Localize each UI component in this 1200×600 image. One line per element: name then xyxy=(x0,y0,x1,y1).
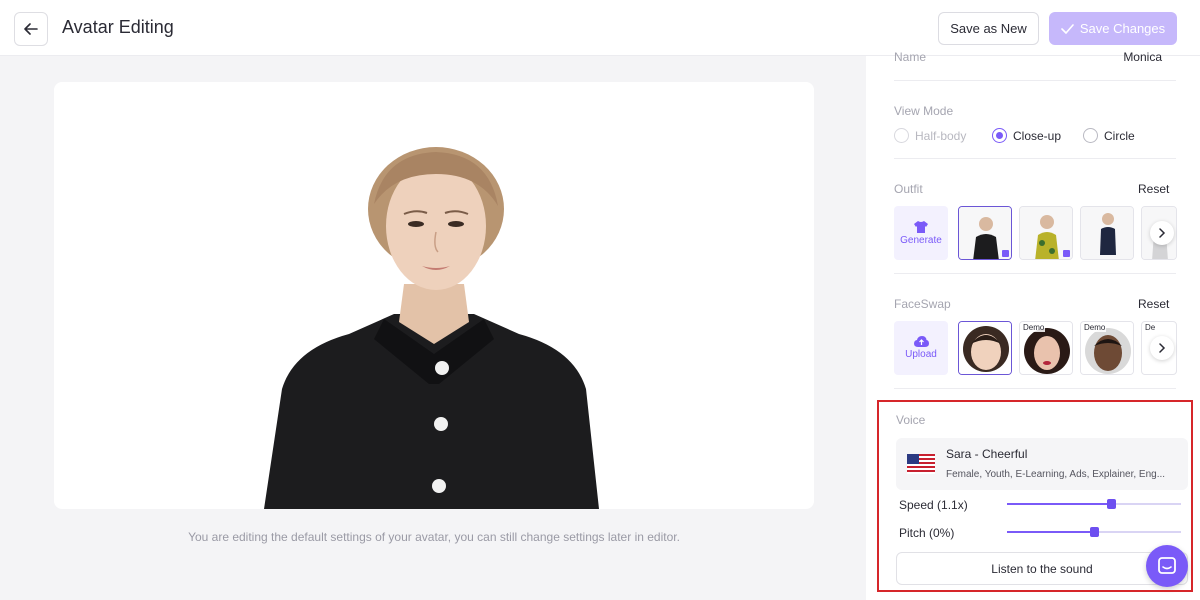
face-thumb-current[interactable] xyxy=(958,321,1012,375)
outfit-badge-icon xyxy=(1002,250,1009,257)
avatar-canvas xyxy=(54,82,814,509)
chevron-right-icon xyxy=(1158,228,1165,238)
upload-label: Upload xyxy=(905,349,937,360)
speed-slider-fill xyxy=(1007,503,1112,505)
face-thumbnail-image xyxy=(959,322,1011,374)
outfit-thumb-navy[interactable] xyxy=(1080,206,1134,260)
chevron-right-icon xyxy=(1158,343,1165,353)
speed-label: Speed (1.1x) xyxy=(899,498,968,512)
listen-to-sound-button[interactable]: Listen to the sound xyxy=(896,552,1188,585)
chat-support-button[interactable] xyxy=(1146,545,1188,587)
divider xyxy=(894,80,1176,81)
pitch-slider-fill xyxy=(1007,531,1094,533)
outfit-scroll-right-button[interactable] xyxy=(1150,221,1174,245)
outfit-thumb-black-suit[interactable] xyxy=(958,206,1012,260)
view-mode-option-label: Close-up xyxy=(1013,128,1062,143)
shirt-icon xyxy=(914,220,928,233)
generate-label: Generate xyxy=(900,234,942,246)
check-icon xyxy=(1061,23,1074,34)
radio-icon xyxy=(1083,128,1098,143)
radio-checked-icon xyxy=(992,128,1007,143)
arrow-left-icon xyxy=(24,23,38,35)
outfit-label: Outfit xyxy=(894,182,923,196)
avatar-preview-image xyxy=(264,147,599,509)
settings-panel: Name Monica View Mode Half-body Close-up… xyxy=(866,50,1200,600)
generate-outfit-button[interactable]: Generate xyxy=(894,206,948,260)
face-thumb-demo-1[interactable]: Demo xyxy=(1019,321,1073,375)
view-mode-half-body[interactable]: Half-body xyxy=(894,128,966,143)
divider xyxy=(894,158,1176,159)
divider xyxy=(894,273,1176,274)
pitch-label: Pitch (0%) xyxy=(899,526,955,540)
back-button[interactable] xyxy=(14,12,48,46)
pitch-slider[interactable] xyxy=(1007,527,1181,537)
view-mode-option-label: Half-body xyxy=(915,128,967,143)
view-mode-label: View Mode xyxy=(894,104,954,118)
view-mode-circle[interactable]: Circle xyxy=(1083,128,1135,143)
outfit-thumb-floral[interactable] xyxy=(1019,206,1073,260)
page-title: Avatar Editing xyxy=(62,17,174,37)
us-flag-icon xyxy=(907,454,935,474)
pitch-slider-handle[interactable] xyxy=(1089,527,1099,537)
outfit-reset-link[interactable]: Reset xyxy=(1138,182,1169,196)
save-changes-label: Save Changes xyxy=(1079,21,1166,36)
voice-description: Female, Youth, E-Learning, Ads, Explaine… xyxy=(946,469,1166,480)
faceswap-reset-link[interactable]: Reset xyxy=(1138,297,1169,311)
face-thumb-demo-2[interactable]: Demo xyxy=(1080,321,1134,375)
top-bar: Avatar Editing Save as New Save Changes xyxy=(0,0,1200,56)
faceswap-label: FaceSwap xyxy=(894,297,951,311)
voice-name: Sara - Cheerful xyxy=(946,447,1028,461)
divider xyxy=(894,388,1176,389)
demo-tag: Demo xyxy=(1083,323,1107,332)
chat-icon xyxy=(1158,557,1176,574)
name-label: Name xyxy=(894,50,927,64)
demo-tag: De xyxy=(1144,323,1157,332)
name-value: Monica xyxy=(1123,50,1162,64)
view-mode-option-label: Circle xyxy=(1104,128,1135,143)
outfit-thumbnail-image xyxy=(1081,207,1133,259)
save-changes-button[interactable]: Save Changes xyxy=(1049,12,1177,45)
faceswap-scroll-right-button[interactable] xyxy=(1150,336,1174,360)
save-as-new-button[interactable]: Save as New xyxy=(938,12,1039,45)
upload-face-button[interactable]: Upload xyxy=(894,321,948,375)
speed-slider-handle[interactable] xyxy=(1106,499,1116,509)
voice-label: Voice xyxy=(896,413,926,427)
radio-icon xyxy=(894,128,909,143)
voice-selector[interactable]: Sara - Cheerful Female, Youth, E-Learnin… xyxy=(896,438,1188,490)
outfit-badge-icon xyxy=(1063,250,1070,257)
cloud-upload-icon xyxy=(913,336,929,347)
view-mode-close-up[interactable]: Close-up xyxy=(992,128,1061,143)
canvas-note: You are editing the default settings of … xyxy=(188,530,680,544)
demo-tag: Demo xyxy=(1022,323,1046,332)
speed-slider[interactable] xyxy=(1007,499,1181,509)
